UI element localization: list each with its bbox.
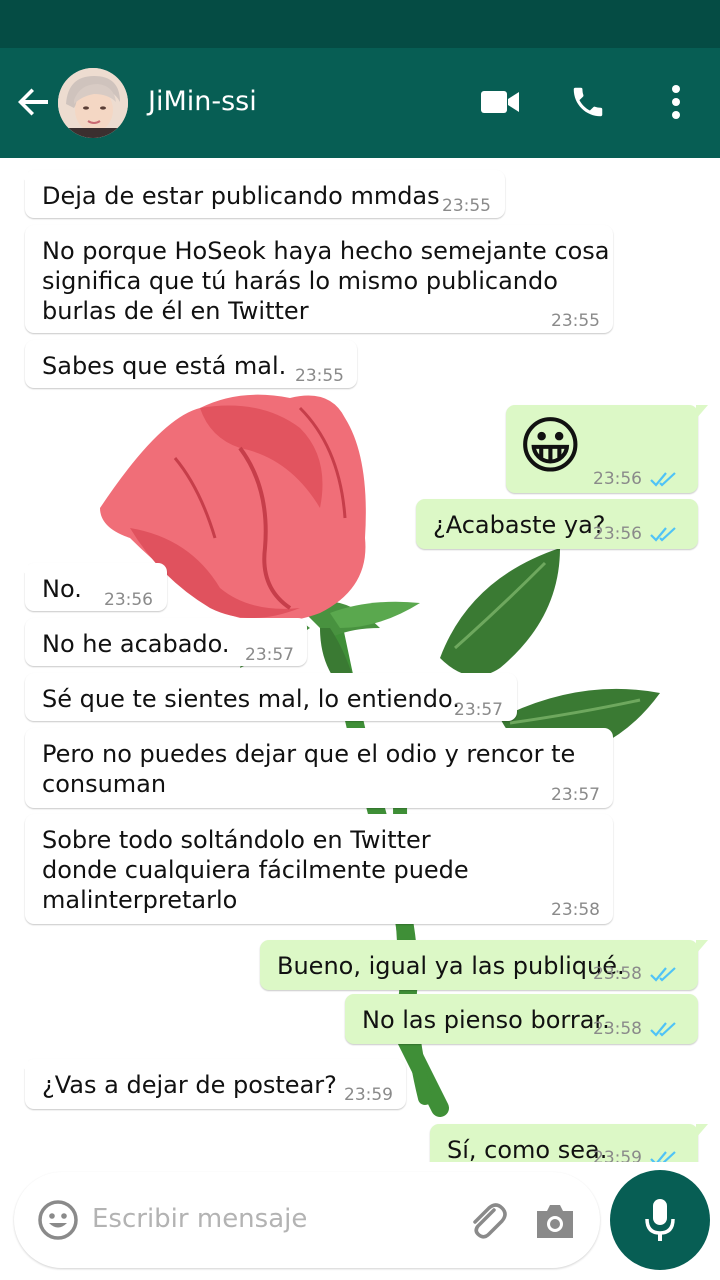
outgoing-message[interactable]: ¿Acabaste ya? 23:56 <box>416 499 698 549</box>
message-time: 23:59 <box>344 1085 393 1105</box>
message-time: 23:59 <box>593 1148 642 1162</box>
message-time: 23:56 <box>593 469 642 489</box>
message-text: Bueno, igual ya las publiqué. <box>277 952 625 980</box>
outgoing-message[interactable]: Sí, como sea. 23:59 <box>430 1124 708 1162</box>
read-receipt-icon <box>649 1015 679 1037</box>
incoming-message[interactable]: Sé que te sientes mal, lo entiendo. 23:57 <box>25 673 517 721</box>
message-text: Pero no puedes dejar que el odio y renco… <box>42 740 576 798</box>
camera-icon[interactable] <box>532 1198 578 1244</box>
incoming-message[interactable]: Pero no puedes dejar que el odio y renco… <box>25 728 613 808</box>
incoming-message[interactable]: Sabes que está mal. 23:55 <box>25 340 357 388</box>
message-text: Sí, como sea. <box>447 1136 608 1162</box>
message-text: Sé que te sientes mal, lo entiendo. <box>42 685 460 713</box>
read-receipt-icon <box>649 960 679 982</box>
emoji-icon[interactable] <box>36 1198 80 1242</box>
message-time: 23:58 <box>593 964 642 984</box>
chat-area[interactable]: Deja de estar publicando mmdas 23:55 No po… <box>0 158 720 1162</box>
message-text: ¿Acabaste ya? <box>433 511 606 539</box>
bubble-tail <box>16 170 28 184</box>
chat-header: JiMin-ssi <box>0 48 720 158</box>
avatar[interactable] <box>58 68 128 138</box>
read-receipt-icon <box>649 1144 679 1162</box>
status-bar <box>0 0 720 48</box>
message-text: Sabes que está mal. <box>42 352 287 380</box>
incoming-message[interactable]: No. 23:56 <box>16 563 167 611</box>
message-time: 23:57 <box>245 645 294 665</box>
video-call-icon[interactable] <box>476 78 524 126</box>
outgoing-message[interactable]: No las pienso borrar. 23:58 <box>345 994 698 1044</box>
message-time: 23:55 <box>551 311 600 331</box>
mic-icon <box>645 1199 675 1241</box>
more-vert-icon[interactable] <box>652 78 700 126</box>
message-emoji: 😀 <box>518 409 583 482</box>
message-text: ¿Vas a dejar de postear? <box>42 1071 337 1099</box>
bubble-tail <box>16 563 28 577</box>
read-receipt-icon <box>649 520 679 542</box>
message-time: 23:56 <box>593 524 642 544</box>
message-time: 23:58 <box>551 900 600 920</box>
message-time: 23:55 <box>442 196 491 216</box>
incoming-message[interactable]: Deja de estar publicando mmdas 23:55 <box>16 170 505 218</box>
message-text: Deja de estar publicando mmdas <box>42 182 440 210</box>
paperclip-icon[interactable] <box>464 1198 510 1244</box>
message-text: No porque HoSeok haya hecho semejante co… <box>42 237 610 325</box>
message-time: 23:56 <box>104 590 153 610</box>
read-receipt-icon <box>649 465 679 487</box>
incoming-message[interactable]: ¿Vas a dejar de postear? 23:59 <box>16 1059 406 1109</box>
back-arrow-icon[interactable] <box>14 82 54 122</box>
message-input[interactable]: Escribir mensaje <box>92 1204 307 1234</box>
bubble-tail <box>696 405 708 419</box>
message-text: No. <box>42 575 82 603</box>
message-text: Sobre todo soltándolo en Twitter donde c… <box>42 826 469 914</box>
incoming-message[interactable]: No he acabado. 23:57 <box>25 618 307 666</box>
incoming-message[interactable]: No porque HoSeok haya hecho semejante co… <box>25 225 613 333</box>
bubble-tail <box>696 940 708 954</box>
mic-button[interactable] <box>610 1170 710 1270</box>
contact-name[interactable]: JiMin-ssi <box>148 86 257 117</box>
phone-icon[interactable] <box>564 78 612 126</box>
message-text: No he acabado. <box>42 630 230 658</box>
message-time: 23:58 <box>593 1019 642 1039</box>
message-input-box[interactable]: Escribir mensaje <box>14 1172 600 1268</box>
input-bar: Escribir mensaje <box>0 1162 720 1280</box>
bubble-tail <box>696 1124 708 1138</box>
bubble-tail <box>16 1059 28 1073</box>
incoming-message[interactable]: Sobre todo soltándolo en Twitter donde c… <box>25 814 613 924</box>
message-time: 23:55 <box>295 366 344 386</box>
message-time: 23:57 <box>454 700 503 720</box>
message-time: 23:57 <box>551 785 600 805</box>
outgoing-message[interactable]: 😀 23:56 <box>506 405 708 493</box>
outgoing-message[interactable]: Bueno, igual ya las publiqué. 23:58 <box>260 940 708 990</box>
message-text: No las pienso borrar. <box>362 1006 610 1034</box>
